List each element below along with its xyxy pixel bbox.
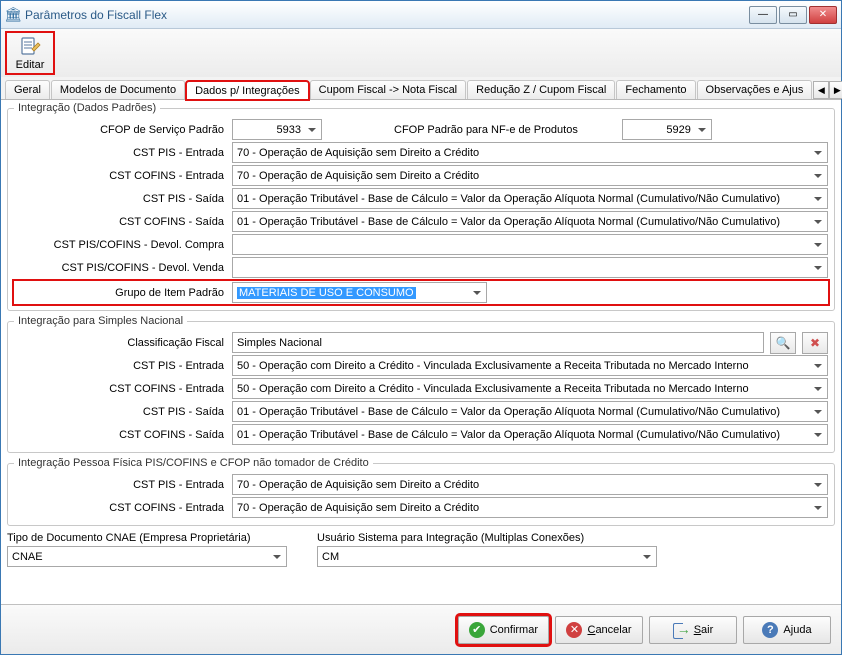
cst-pis-entrada-select[interactable]: 70 - Operação de Aquisição sem Direito a… <box>232 142 828 163</box>
titlebar: 🏛 Parâmetros do Fiscall Flex — ▭ ✕ <box>1 1 841 29</box>
pf-cst-cofins-entrada-label: CST COFINS - Entrada <box>14 502 226 514</box>
sn-cst-cofins-saida-label: CST COFINS - Saída <box>14 429 226 441</box>
sair-label: air <box>701 624 713 636</box>
classificacao-fiscal-input[interactable]: Simples Nacional <box>232 332 764 353</box>
classificacao-lookup-button[interactable]: 🔍 <box>770 332 796 354</box>
minimize-button[interactable]: — <box>749 6 777 24</box>
sair-button[interactable]: Sair <box>649 616 737 644</box>
devol-venda-select[interactable] <box>232 257 828 278</box>
sn-cst-cofins-entrada-select[interactable]: 50 - Operação com Direito a Crédito - Vi… <box>232 378 828 399</box>
tab-dados-integracoes[interactable]: Dados p/ Integrações <box>186 81 309 100</box>
toolbar: Editar <box>1 29 841 77</box>
sn-cst-pis-entrada-select[interactable]: 50 - Operação com Direito a Crédito - Vi… <box>232 355 828 376</box>
grupo-pessoa-fisica: Integração Pessoa Física PIS/COFINS e CF… <box>7 457 835 526</box>
sn-cst-cofins-entrada-label: CST COFINS - Entrada <box>14 383 226 395</box>
grupo-integracao-dados-padroes: Integração (Dados Padrões) CFOP de Servi… <box>7 102 835 311</box>
close-button[interactable]: ✕ <box>809 6 837 24</box>
legend-simples-nacional: Integração para Simples Nacional <box>14 315 187 327</box>
sn-cst-pis-entrada-label: CST PIS - Entrada <box>14 360 226 372</box>
tipo-doc-cnae-label: Tipo de Documento CNAE (Empresa Propriet… <box>7 532 287 544</box>
ajuda-button[interactable]: ? Ajuda <box>743 616 831 644</box>
grupo-item-select[interactable]: MATERIAIS DE USO E CONSUMO <box>232 282 487 303</box>
usuario-sistema-select[interactable]: CM <box>317 546 657 567</box>
parametros-window: 🏛 Parâmetros do Fiscall Flex — ▭ ✕ Edita… <box>0 0 842 655</box>
footer-buttons: ✔ Confirmar ✕ Cancelar Sair ? Ajuda <box>1 604 841 654</box>
window-title: Parâmetros do Fiscall Flex <box>25 8 749 22</box>
tab-observacoes[interactable]: Observações e Ajus <box>697 80 813 99</box>
grupo-item-label: Grupo de Item Padrão <box>14 287 226 299</box>
legend-pessoa-fisica: Integração Pessoa Física PIS/COFINS e CF… <box>14 457 373 469</box>
sn-cst-cofins-saida-select[interactable]: 01 - Operação Tributável - Base de Cálcu… <box>232 424 828 445</box>
cst-cofins-saida-label: CST COFINS - Saída <box>14 216 226 228</box>
devol-venda-label: CST PIS/COFINS - Devol. Venda <box>14 262 226 274</box>
check-icon: ✔ <box>469 622 485 638</box>
cfop-nfe-label: CFOP Padrão para NF-e de Produtos <box>394 124 580 136</box>
eraser-icon: ✖ <box>810 336 820 350</box>
cfop-servico-label: CFOP de Serviço Padrão <box>14 124 226 136</box>
search-icon: 🔍 <box>776 336 791 350</box>
confirmar-button[interactable]: ✔ Confirmar <box>458 616 549 644</box>
cst-pis-saida-label: CST PIS - Saída <box>14 193 226 205</box>
grupo-simples-nacional: Integração para Simples Nacional Classif… <box>7 315 835 453</box>
tab-geral[interactable]: Geral <box>5 80 50 99</box>
classificacao-clear-button[interactable]: ✖ <box>802 332 828 354</box>
tab-strip: Geral Modelos de Documento Dados p/ Inte… <box>1 77 841 100</box>
tab-fechamento[interactable]: Fechamento <box>616 80 695 99</box>
devol-compra-label: CST PIS/COFINS - Devol. Compra <box>14 239 226 251</box>
cfop-nfe-select[interactable]: 5929 <box>622 119 712 140</box>
pf-cst-pis-entrada-select[interactable]: 70 - Operação de Aquisição sem Direito a… <box>232 474 828 495</box>
cancelar-button[interactable]: ✕ Cancelar <box>555 616 643 644</box>
tab-scroll-right[interactable]: ▶ <box>829 81 842 99</box>
bottom-row: Tipo de Documento CNAE (Empresa Propriet… <box>7 532 835 567</box>
tab-reducao-z[interactable]: Redução Z / Cupom Fiscal <box>467 80 615 99</box>
usuario-sistema-label: Usuário Sistema para Integração (Multipl… <box>317 532 657 544</box>
tab-cupom-fiscal-nota-fiscal[interactable]: Cupom Fiscal -> Nota Fiscal <box>310 80 466 99</box>
devol-compra-select[interactable] <box>232 234 828 255</box>
cancel-icon: ✕ <box>566 622 582 638</box>
edit-icon <box>18 35 42 58</box>
sn-cst-pis-saida-select[interactable]: 01 - Operação Tributável - Base de Cálcu… <box>232 401 828 422</box>
cst-cofins-entrada-label: CST COFINS - Entrada <box>14 170 226 182</box>
cst-pis-saida-select[interactable]: 01 - Operação Tributável - Base de Cálcu… <box>232 188 828 209</box>
cst-pis-entrada-label: CST PIS - Entrada <box>14 147 226 159</box>
tab-modelos-documento[interactable]: Modelos de Documento <box>51 80 185 99</box>
exit-icon <box>673 622 689 638</box>
tipo-doc-cnae-select[interactable]: CNAE <box>7 546 287 567</box>
classificacao-fiscal-label: Classificação Fiscal <box>14 337 226 349</box>
pf-cst-cofins-entrada-select[interactable]: 70 - Operação de Aquisição sem Direito a… <box>232 497 828 518</box>
cancelar-label: ancelar <box>595 624 631 636</box>
cst-cofins-saida-select[interactable]: 01 - Operação Tributável - Base de Cálcu… <box>232 211 828 232</box>
pf-cst-pis-entrada-label: CST PIS - Entrada <box>14 479 226 491</box>
app-icon: 🏛 <box>5 7 21 23</box>
help-icon: ? <box>762 622 778 638</box>
sn-cst-pis-saida-label: CST PIS - Saída <box>14 406 226 418</box>
legend-dados-padroes: Integração (Dados Padrões) <box>14 102 160 114</box>
maximize-button[interactable]: ▭ <box>779 6 807 24</box>
content-area: Integração (Dados Padrões) CFOP de Servi… <box>1 100 841 604</box>
editar-button[interactable]: Editar <box>5 31 55 75</box>
tab-scroll-left[interactable]: ◀ <box>813 81 829 99</box>
cst-cofins-entrada-select[interactable]: 70 - Operação de Aquisição sem Direito a… <box>232 165 828 186</box>
cfop-servico-select[interactable]: 5933 <box>232 119 322 140</box>
editar-label: Editar <box>16 59 45 71</box>
